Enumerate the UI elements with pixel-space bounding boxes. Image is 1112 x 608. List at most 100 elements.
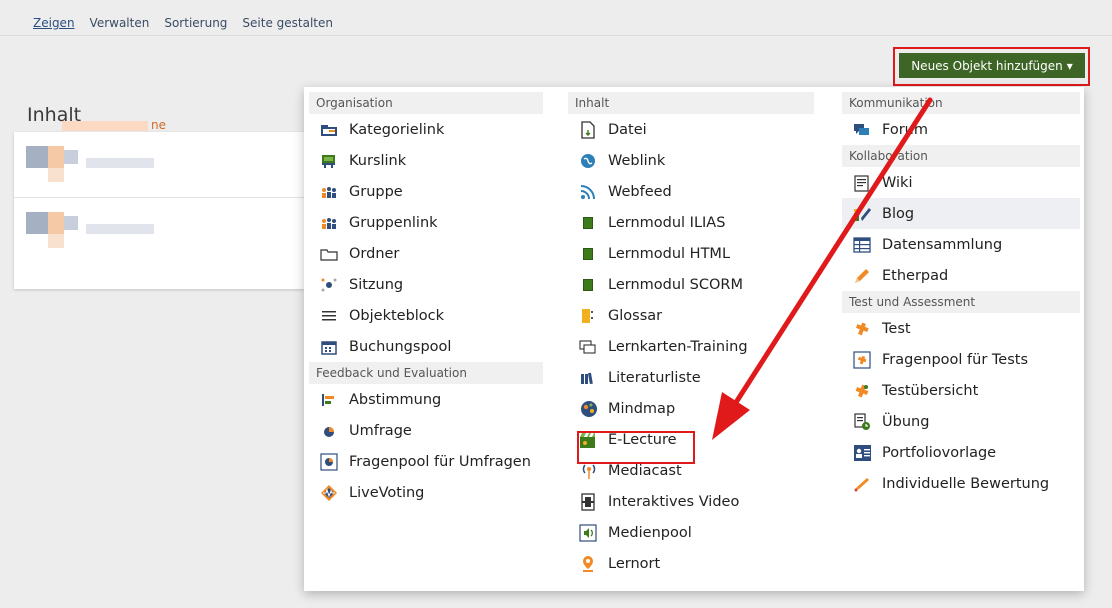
tab-seite-gestalten[interactable]: Seite gestalten [242, 16, 333, 30]
menu-item-label: Literaturliste [608, 369, 701, 386]
menu-item-individuelle-bewertung[interactable]: Individuelle Bewertung [842, 468, 1080, 499]
menu-item-medienpool[interactable]: Medienpool [568, 517, 814, 548]
menu-item-label: Fragenpool für Umfragen [349, 453, 531, 470]
content-list [14, 132, 304, 289]
menu-item-label: Wiki [882, 174, 913, 191]
menu-item-abstimmung[interactable]: Abstimmung [309, 384, 543, 415]
learning-module-icon [579, 276, 597, 294]
bibliography-icon [579, 369, 597, 387]
question-pool-icon [853, 350, 871, 369]
menu-item-label: Datei [608, 121, 647, 138]
menu-item-fragenpool-tests[interactable]: Fragenpool für Tests [842, 344, 1080, 375]
portfolio-template-icon [853, 444, 871, 462]
media-pool-icon [579, 523, 597, 542]
menu-item-weblink[interactable]: Weblink [568, 145, 814, 176]
menu-item-label: Testübersicht [882, 382, 979, 399]
blurred-link [62, 121, 148, 131]
wiki-icon [853, 174, 871, 192]
poll-icon [320, 391, 338, 409]
menu-item-kurslink[interactable]: Kurslink [309, 145, 543, 176]
menu-item-objekteblock[interactable]: Objekteblock [309, 300, 543, 331]
tab-verwalten[interactable]: Verwalten [90, 16, 150, 30]
menu-item-umfrage[interactable]: Umfrage [309, 415, 543, 446]
new-object-dropdown: Organisation Kategorielink Kurslink Grup… [304, 87, 1084, 591]
menu-item-label: Fragenpool für Tests [882, 351, 1029, 368]
menu-item-datei[interactable]: Datei [568, 114, 814, 145]
menu-item-uebung[interactable]: Übung [842, 406, 1080, 437]
blurred-title [86, 224, 154, 234]
blurred-thumbnail [26, 146, 78, 182]
test-overview-icon [853, 382, 871, 400]
list-item[interactable] [14, 198, 304, 264]
menu-item-label: LiveVoting [349, 484, 425, 501]
menu-item-label: Test [882, 320, 911, 337]
menu-item-label: Portfoliovorlage [882, 444, 997, 461]
menu-item-label: Glossar [608, 307, 663, 324]
add-new-object-button[interactable]: Neues Objekt hinzufügen ▾ [899, 53, 1085, 78]
menu-item-label: Forum [882, 121, 928, 138]
menu-item-forum[interactable]: Forum [842, 114, 1080, 145]
menu-item-label: Kurslink [349, 152, 407, 169]
menu-item-fragenpool-umfragen[interactable]: Fragenpool für Umfragen [309, 446, 543, 477]
test-icon [853, 320, 871, 338]
menu-item-label: Lernmodul HTML [608, 245, 731, 262]
menu-item-label: Sitzung [349, 276, 404, 293]
learning-module-icon [579, 214, 597, 232]
blurred-link-suffix[interactable]: ne [151, 118, 166, 132]
mindmap-icon [579, 400, 597, 418]
menu-item-testuebersicht[interactable]: Testübersicht [842, 375, 1080, 406]
menu-item-test[interactable]: Test [842, 313, 1080, 344]
menu-item-lernmodul-scorm[interactable]: Lernmodul SCORM [568, 269, 814, 300]
menu-item-kategorielink[interactable]: Kategorielink [309, 114, 543, 145]
group-icon [320, 183, 338, 201]
section-header-feedback: Feedback und Evaluation [309, 362, 543, 384]
menu-item-lernort[interactable]: Lernort [568, 548, 814, 579]
menu-item-lernkarten[interactable]: Lernkarten-Training [568, 331, 814, 362]
menu-item-blog[interactable]: Blog [842, 198, 1080, 229]
file-icon [579, 120, 597, 139]
menu-item-label: Datensammlung [882, 236, 1003, 253]
menu-item-literaturliste[interactable]: Literaturliste [568, 362, 814, 393]
e-lecture-highlight [577, 431, 695, 464]
list-item[interactable] [14, 132, 304, 198]
menu-column-1: Organisation Kategorielink Kurslink Grup… [309, 92, 543, 508]
menu-item-interaktives-video[interactable]: Interaktives Video [568, 486, 814, 517]
menu-item-label: Buchungspool [349, 338, 452, 355]
menu-item-label: Mindmap [608, 400, 676, 417]
menu-item-datensammlung[interactable]: Datensammlung [842, 229, 1080, 260]
item-group-icon [320, 307, 338, 325]
group-link-icon [320, 214, 338, 232]
data-collection-icon [853, 236, 871, 254]
menu-item-label: Umfrage [349, 422, 412, 439]
individual-assessment-icon [853, 475, 871, 493]
session-icon [320, 276, 338, 294]
menu-item-webfeed[interactable]: Webfeed [568, 176, 814, 207]
mediacast-icon [579, 462, 597, 480]
tab-sortierung[interactable]: Sortierung [164, 16, 227, 30]
menu-item-gruppenlink[interactable]: Gruppenlink [309, 207, 543, 238]
blurred-title [86, 158, 154, 168]
menu-item-lernmodul-html[interactable]: Lernmodul HTML [568, 238, 814, 269]
section-header-inhalt: Inhalt [568, 92, 814, 114]
menu-item-lernmodul-ilias[interactable]: Lernmodul ILIAS [568, 207, 814, 238]
section-header-organisation: Organisation [309, 92, 543, 114]
menu-item-sitzung[interactable]: Sitzung [309, 269, 543, 300]
menu-item-label: Etherpad [882, 267, 949, 284]
menu-item-wiki[interactable]: Wiki [842, 167, 1080, 198]
section-header-kommunikation: Kommunikation [842, 92, 1080, 114]
menu-item-label: Übung [882, 413, 930, 430]
tab-zeigen[interactable]: Zeigen [33, 16, 75, 30]
menu-item-glossar[interactable]: Glossar [568, 300, 814, 331]
location-icon [579, 555, 597, 573]
sub-tabs: Zeigen Verwalten Sortierung Seite gestal… [33, 16, 333, 30]
menu-item-mindmap[interactable]: Mindmap [568, 393, 814, 424]
menu-item-label: Kategorielink [349, 121, 445, 138]
menu-item-buchungspool[interactable]: Buchungspool [309, 331, 543, 362]
menu-item-etherpad[interactable]: Etherpad [842, 260, 1080, 291]
video-icon [579, 492, 597, 511]
menu-item-portfoliovorlage[interactable]: Portfoliovorlage [842, 437, 1080, 468]
menu-item-label: Lernmodul SCORM [608, 276, 743, 293]
menu-item-ordner[interactable]: Ordner [309, 238, 543, 269]
menu-item-livevoting[interactable]: LiveVoting [309, 477, 543, 508]
menu-item-gruppe[interactable]: Gruppe [309, 176, 543, 207]
